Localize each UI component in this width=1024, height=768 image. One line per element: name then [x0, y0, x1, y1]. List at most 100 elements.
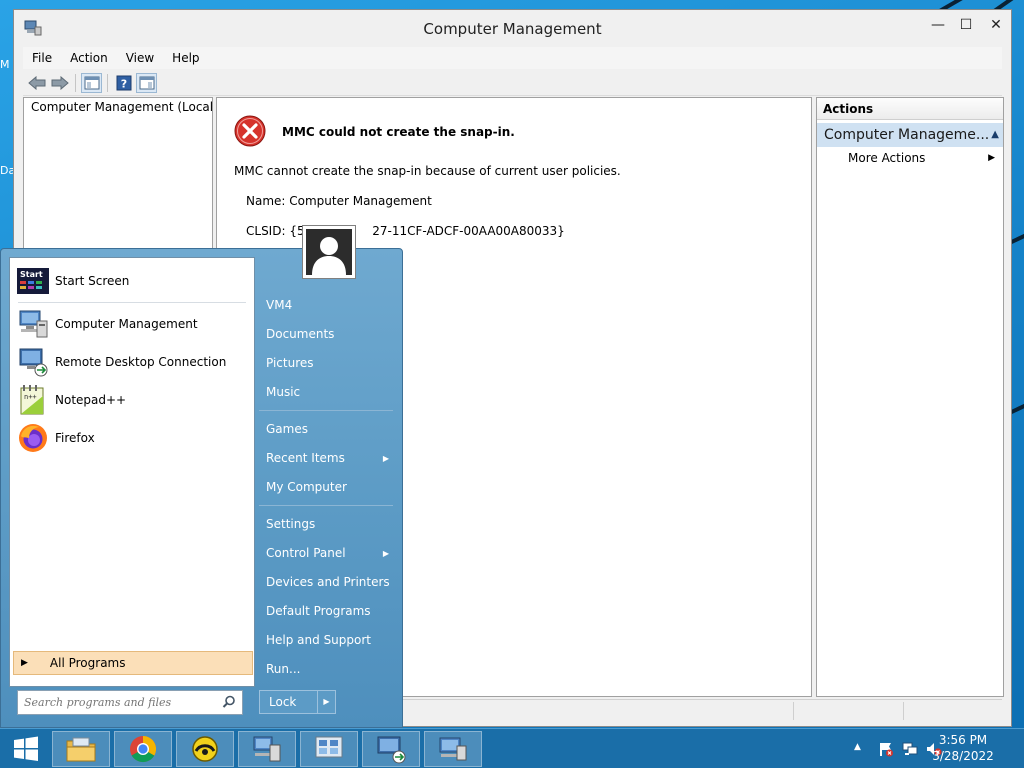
taskbar-computer-management[interactable]	[238, 731, 296, 767]
network-icon	[315, 736, 343, 758]
program-label: Remote Desktop Connection	[55, 355, 227, 369]
action-center-flag-icon[interactable]	[878, 741, 894, 757]
forward-button[interactable]	[49, 73, 70, 93]
menu-divider	[18, 302, 246, 303]
program-remote-desktop[interactable]: Remote Desktop Connection	[14, 343, 250, 381]
place-music[interactable]: Music	[259, 378, 399, 407]
submenu-arrow-icon: ▶	[382, 549, 389, 558]
title-bar[interactable]: Computer Management — ☐ ✕	[14, 10, 1011, 48]
menu-bar: File Action View Help	[23, 47, 1002, 69]
menu-action[interactable]: Action	[61, 51, 117, 65]
show-hidden-icons-icon[interactable]: ▲	[854, 742, 861, 752]
firefox-icon	[19, 424, 47, 452]
show-action-pane-button[interactable]	[136, 72, 157, 93]
place-control-panel[interactable]: Control Panel ▶	[259, 539, 399, 568]
more-actions-item[interactable]: More Actions ▶	[817, 147, 1003, 169]
clock[interactable]: 3:56 PM 3/28/2022	[928, 732, 998, 764]
search-box	[17, 690, 243, 715]
place-recent-items[interactable]: Recent Items ▶	[259, 444, 399, 473]
place-run[interactable]: Run...	[259, 655, 399, 684]
computer-management-2-icon	[439, 737, 467, 761]
tree-item-label: Computer Management (Local	[31, 100, 213, 114]
place-default-programs[interactable]: Default Programs	[259, 597, 399, 626]
action-pane-icon	[139, 76, 154, 89]
help-button[interactable]: ?	[113, 73, 134, 93]
taskbar-chrome[interactable]	[114, 731, 172, 767]
actions-pane: Actions Computer Manageme... ▲ More Acti…	[816, 97, 1004, 697]
program-firefox[interactable]: Firefox	[14, 419, 250, 457]
pinned-programs-list: Start Start Screen Computer Management R…	[14, 262, 250, 457]
program-label: Start Screen	[55, 274, 130, 288]
program-notepadpp[interactable]: n++ Notepad++	[14, 381, 250, 419]
collapse-up-icon[interactable]: ▲	[988, 123, 999, 147]
start-menu-places-panel: VM4 Documents Pictures Music Games Recen…	[259, 257, 399, 684]
status-cell	[793, 702, 794, 720]
taskbar-computer-management-2[interactable]	[424, 731, 482, 767]
clock-date: 3/28/2022	[932, 749, 994, 763]
menu-divider	[259, 505, 393, 506]
back-icon	[27, 75, 45, 90]
chrome-icon	[130, 735, 157, 763]
program-computer-management[interactable]: Computer Management	[14, 305, 250, 343]
actions-section-label: Computer Manageme...	[824, 127, 990, 143]
desktop-icon-label[interactable]: M	[0, 58, 10, 71]
minimize-button[interactable]: —	[923, 14, 953, 36]
menu-file[interactable]: File	[23, 51, 61, 65]
place-label: Recent Items	[266, 451, 345, 465]
taskbar-network[interactable]	[300, 731, 358, 767]
lock-button[interactable]: Lock	[259, 690, 319, 714]
place-my-computer[interactable]: My Computer	[259, 473, 399, 502]
toolbar-separator	[107, 73, 108, 92]
all-programs-button[interactable]: ▶ All Programs	[13, 651, 253, 675]
back-button[interactable]	[26, 73, 47, 93]
menu-view[interactable]: View	[117, 51, 163, 65]
program-label: Firefox	[55, 431, 95, 445]
show-console-tree-button[interactable]	[81, 72, 102, 93]
console-tree-icon	[84, 76, 99, 89]
place-devices-printers[interactable]: Devices and Printers	[259, 568, 399, 597]
place-label: Control Panel	[266, 546, 346, 560]
system-tray: ▲ 3:56 PM 3/28/2022	[824, 729, 1024, 768]
menu-divider	[259, 410, 393, 411]
menu-help[interactable]: Help	[163, 51, 208, 65]
status-cell	[903, 702, 904, 720]
place-documents[interactable]: Documents	[259, 320, 399, 349]
start-button[interactable]	[4, 732, 48, 766]
search-icon[interactable]	[222, 695, 236, 709]
start-menu-programs-panel: Start Start Screen Computer Management R…	[9, 257, 255, 687]
more-actions-label: More Actions	[848, 151, 926, 165]
submenu-arrow-icon: ▶	[988, 153, 995, 163]
lock-options-button[interactable]: ▶	[317, 690, 336, 714]
search-input[interactable]	[18, 691, 218, 714]
program-start-screen[interactable]: Start Start Screen	[14, 262, 250, 300]
svg-text:n++: n++	[24, 393, 37, 401]
close-button[interactable]: ✕	[981, 14, 1011, 36]
taskbar-app[interactable]	[176, 731, 234, 767]
actions-section-computer-management[interactable]: Computer Manageme... ▲	[817, 123, 1003, 147]
forward-icon	[51, 75, 69, 90]
taskbar: ▲ 3:56 PM 3/28/2022	[0, 728, 1024, 768]
taskbar-remote-desktop[interactable]	[362, 731, 420, 767]
window-title: Computer Management	[423, 20, 602, 38]
place-vm4[interactable]: VM4	[259, 291, 399, 320]
error-snapin-name: Name: Computer Management	[246, 194, 432, 208]
svg-text:?: ?	[120, 77, 126, 90]
actions-header: Actions	[817, 98, 1003, 120]
computer-management-icon	[253, 736, 281, 762]
taskbar-file-explorer[interactable]	[52, 731, 110, 767]
all-programs-label: All Programs	[49, 656, 126, 670]
maximize-button[interactable]: ☐	[951, 14, 981, 36]
place-pictures[interactable]: Pictures	[259, 349, 399, 378]
place-settings[interactable]: Settings	[259, 510, 399, 539]
computer-management-icon	[19, 310, 48, 338]
place-help-support[interactable]: Help and Support	[259, 626, 399, 655]
network-status-icon[interactable]	[902, 741, 918, 757]
program-label: Computer Management	[55, 317, 198, 331]
remote-desktop-icon	[19, 348, 48, 377]
place-games[interactable]: Games	[259, 415, 399, 444]
error-clsid-end: 27-11CF-ADCF-00AA00A80033}	[372, 224, 565, 238]
app-icon	[192, 736, 218, 762]
error-icon	[234, 115, 266, 147]
tree-item-computer-management[interactable]: Computer Management (Local	[27, 100, 213, 114]
toolbar-separator	[75, 73, 76, 92]
